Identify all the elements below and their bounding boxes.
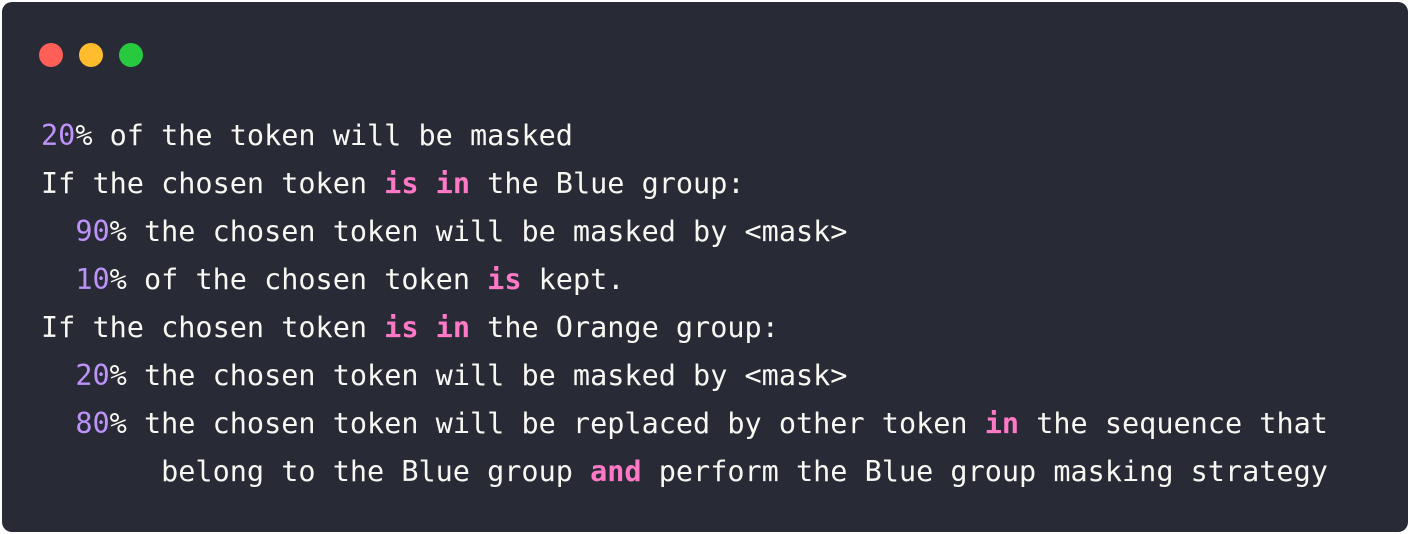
maximize-dot-icon[interactable] — [119, 43, 143, 67]
keyword-token: is — [384, 167, 419, 200]
code-line: 20% of the token will be masked — [41, 112, 1328, 160]
text-token: perform the Blue group masking strategy — [641, 455, 1328, 488]
keyword-token: is — [487, 263, 522, 296]
number-token: 10 — [75, 263, 110, 296]
code-line: If the chosen token is in the Orange gro… — [41, 304, 1328, 352]
minimize-dot-icon[interactable] — [79, 43, 103, 67]
text-token: the sequence that — [1019, 407, 1328, 440]
text-token: the Orange group: — [470, 311, 779, 344]
text-token: % the chosen token will be masked by <ma… — [109, 359, 848, 392]
code-line: 10% of the chosen token is kept. — [41, 256, 1328, 304]
keyword-token: and — [590, 455, 642, 488]
text-token: kept. — [521, 263, 625, 296]
code-line: If the chosen token is in the Blue group… — [41, 160, 1328, 208]
code-line: 20% the chosen token will be masked by <… — [41, 352, 1328, 400]
code-block: 20% of the token will be masked If the ch… — [41, 112, 1328, 496]
code-line: 90% the chosen token will be masked by <… — [41, 208, 1328, 256]
code-line: 80% the chosen token will be replaced by… — [41, 400, 1328, 448]
number-token: 90 — [75, 215, 110, 248]
text-token: If the chosen token — [41, 311, 385, 344]
text-token: % the chosen token will be replaced by o… — [109, 407, 985, 440]
close-dot-icon[interactable] — [39, 43, 63, 67]
keyword-token: is — [384, 311, 419, 344]
number-token: 20 — [41, 119, 76, 152]
keyword-token: in — [984, 407, 1020, 440]
text-token: % of the chosen token — [109, 263, 488, 296]
text-token: the Blue group: — [470, 167, 745, 200]
text-token: % the chosen token will be masked by <ma… — [109, 215, 848, 248]
keyword-token: in — [435, 311, 470, 344]
window-controls — [39, 43, 143, 67]
code-line: belong to the Blue group and perform the… — [41, 448, 1328, 496]
number-token: 80 — [75, 407, 110, 440]
number-token: 20 — [75, 359, 110, 392]
text-token: belong to the Blue group — [41, 455, 591, 488]
text-token: If the chosen token — [41, 167, 385, 200]
keyword-token: in — [435, 167, 470, 200]
code-window: 20% of the token will be masked If the ch… — [2, 2, 1408, 532]
text-token: % of the token will be masked — [75, 119, 573, 152]
